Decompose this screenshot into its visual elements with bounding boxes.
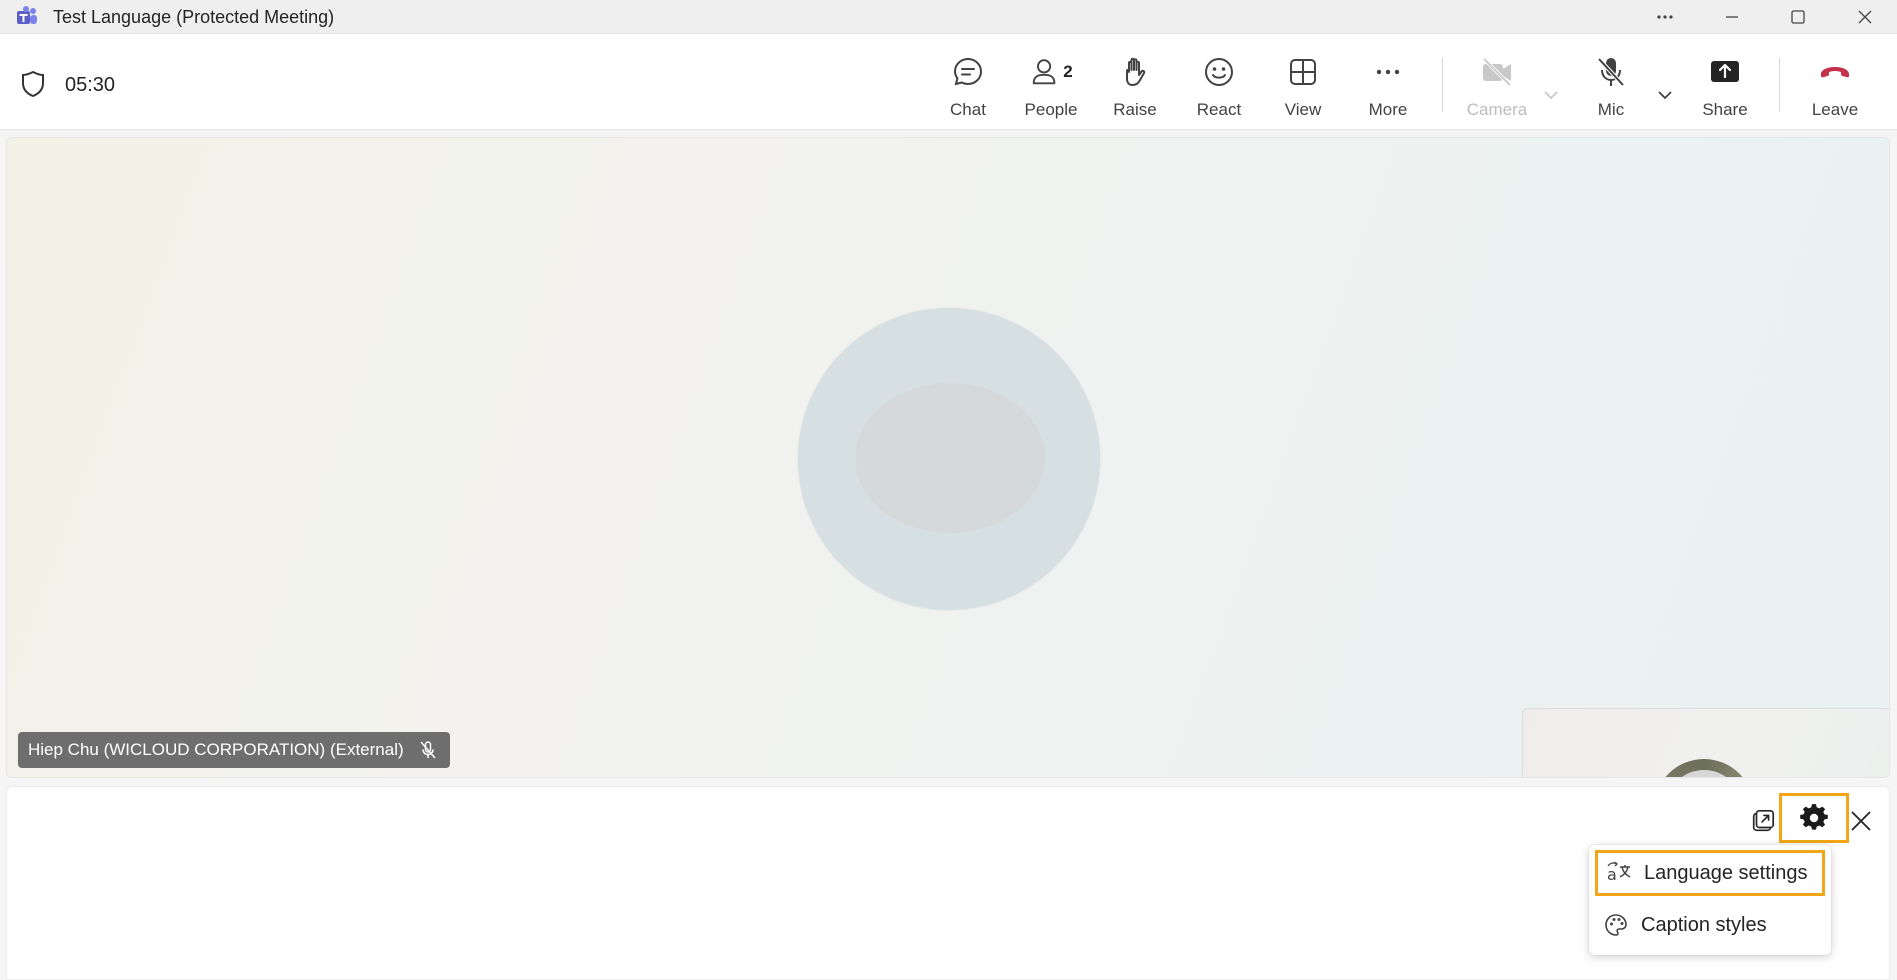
chat-label: Chat: [950, 100, 986, 119]
window-more-button[interactable]: [1637, 0, 1693, 34]
smiley-icon: [1205, 58, 1233, 86]
maximize-button[interactable]: [1770, 0, 1826, 34]
minimize-icon: [1726, 16, 1738, 18]
camera-off-icon: [1482, 57, 1512, 87]
view-label: View: [1284, 100, 1322, 119]
hang-up-icon: [1821, 67, 1849, 78]
mic-label: Mic: [1597, 100, 1625, 119]
meeting-stage: Hiep Chu (WICLOUD CORPORATION) (External…: [6, 137, 1890, 778]
share-label: Share: [1702, 100, 1748, 119]
more-label: More: [1368, 100, 1408, 119]
react-button[interactable]: React: [1179, 54, 1259, 124]
menu-item-caption-styles[interactable]: Caption styles: [1595, 902, 1825, 948]
caption-settings-menu: a Language settings Caption styles: [1589, 845, 1831, 955]
raise-hand-button[interactable]: Raise: [1095, 54, 1175, 124]
people-button[interactable]: 2 People: [1011, 54, 1091, 124]
share-screen-icon: [1711, 61, 1739, 82]
toolbar-separator: [1442, 58, 1443, 112]
teams-logo-icon: [17, 6, 37, 24]
toolbar-separator: [1779, 58, 1780, 112]
popout-captions-button[interactable]: [1749, 807, 1777, 835]
camera-options-chevron-down-icon[interactable]: [1540, 84, 1562, 106]
chat-button[interactable]: Chat: [928, 54, 1008, 124]
raise-label: Raise: [1113, 100, 1157, 119]
participant-name-tag: Hiep Chu (WICLOUD CORPORATION) (External…: [18, 732, 450, 768]
mic-button[interactable]: Mic: [1571, 54, 1651, 124]
react-label: React: [1196, 100, 1242, 119]
chat-icon: [953, 57, 983, 86]
people-count: 2: [1063, 62, 1073, 81]
people-label: People: [1024, 100, 1078, 119]
view-button[interactable]: View: [1263, 54, 1343, 124]
palette-icon: [1605, 914, 1627, 936]
close-icon: [1851, 811, 1871, 831]
more-horizontal-icon: [1376, 69, 1400, 75]
mic-off-icon: [1597, 57, 1625, 87]
menu-item-label: Language settings: [1644, 861, 1808, 884]
raise-hand-icon: [1126, 57, 1146, 86]
close-window-button[interactable]: [1837, 0, 1893, 34]
mic-off-icon: [420, 741, 436, 759]
people-icon: [1033, 59, 1056, 85]
meeting-toolbar: 05:30 Chat 2 People Raise React View Mor…: [0, 34, 1897, 130]
self-view-tile[interactable]: [1522, 708, 1889, 777]
gear-icon: [1800, 804, 1828, 830]
more-horizontal-icon: [1657, 15, 1673, 19]
participant-avatar-image: [855, 383, 1045, 533]
mic-options-chevron-down-icon[interactable]: [1654, 84, 1676, 106]
shield-icon[interactable]: [20, 70, 46, 98]
close-icon: [1858, 10, 1872, 24]
menu-item-language-settings[interactable]: a Language settings: [1595, 850, 1825, 896]
popout-icon: [1752, 809, 1775, 832]
window-title: Test Language (Protected Meeting): [53, 7, 335, 27]
meeting-timer: 05:30: [65, 74, 116, 96]
leave-button[interactable]: Leave: [1795, 54, 1875, 124]
camera-label: Camera: [1466, 100, 1528, 119]
grid-view-icon: [1290, 59, 1316, 85]
caption-settings-button[interactable]: [1779, 793, 1849, 843]
title-bar: Test Language (Protected Meeting): [0, 0, 1897, 34]
share-button[interactable]: Share: [1685, 54, 1765, 124]
translate-icon: a: [1607, 861, 1631, 884]
svg-text:a: a: [1607, 865, 1617, 884]
participant-name: Hiep Chu (WICLOUD CORPORATION) (External…: [28, 740, 404, 759]
minimize-button[interactable]: [1704, 0, 1760, 34]
menu-item-label: Caption styles: [1641, 913, 1767, 936]
more-button[interactable]: More: [1348, 54, 1428, 124]
maximize-icon: [1791, 10, 1805, 24]
close-captions-button[interactable]: [1845, 805, 1877, 837]
leave-label: Leave: [1811, 100, 1859, 119]
camera-button[interactable]: Camera: [1457, 54, 1537, 124]
